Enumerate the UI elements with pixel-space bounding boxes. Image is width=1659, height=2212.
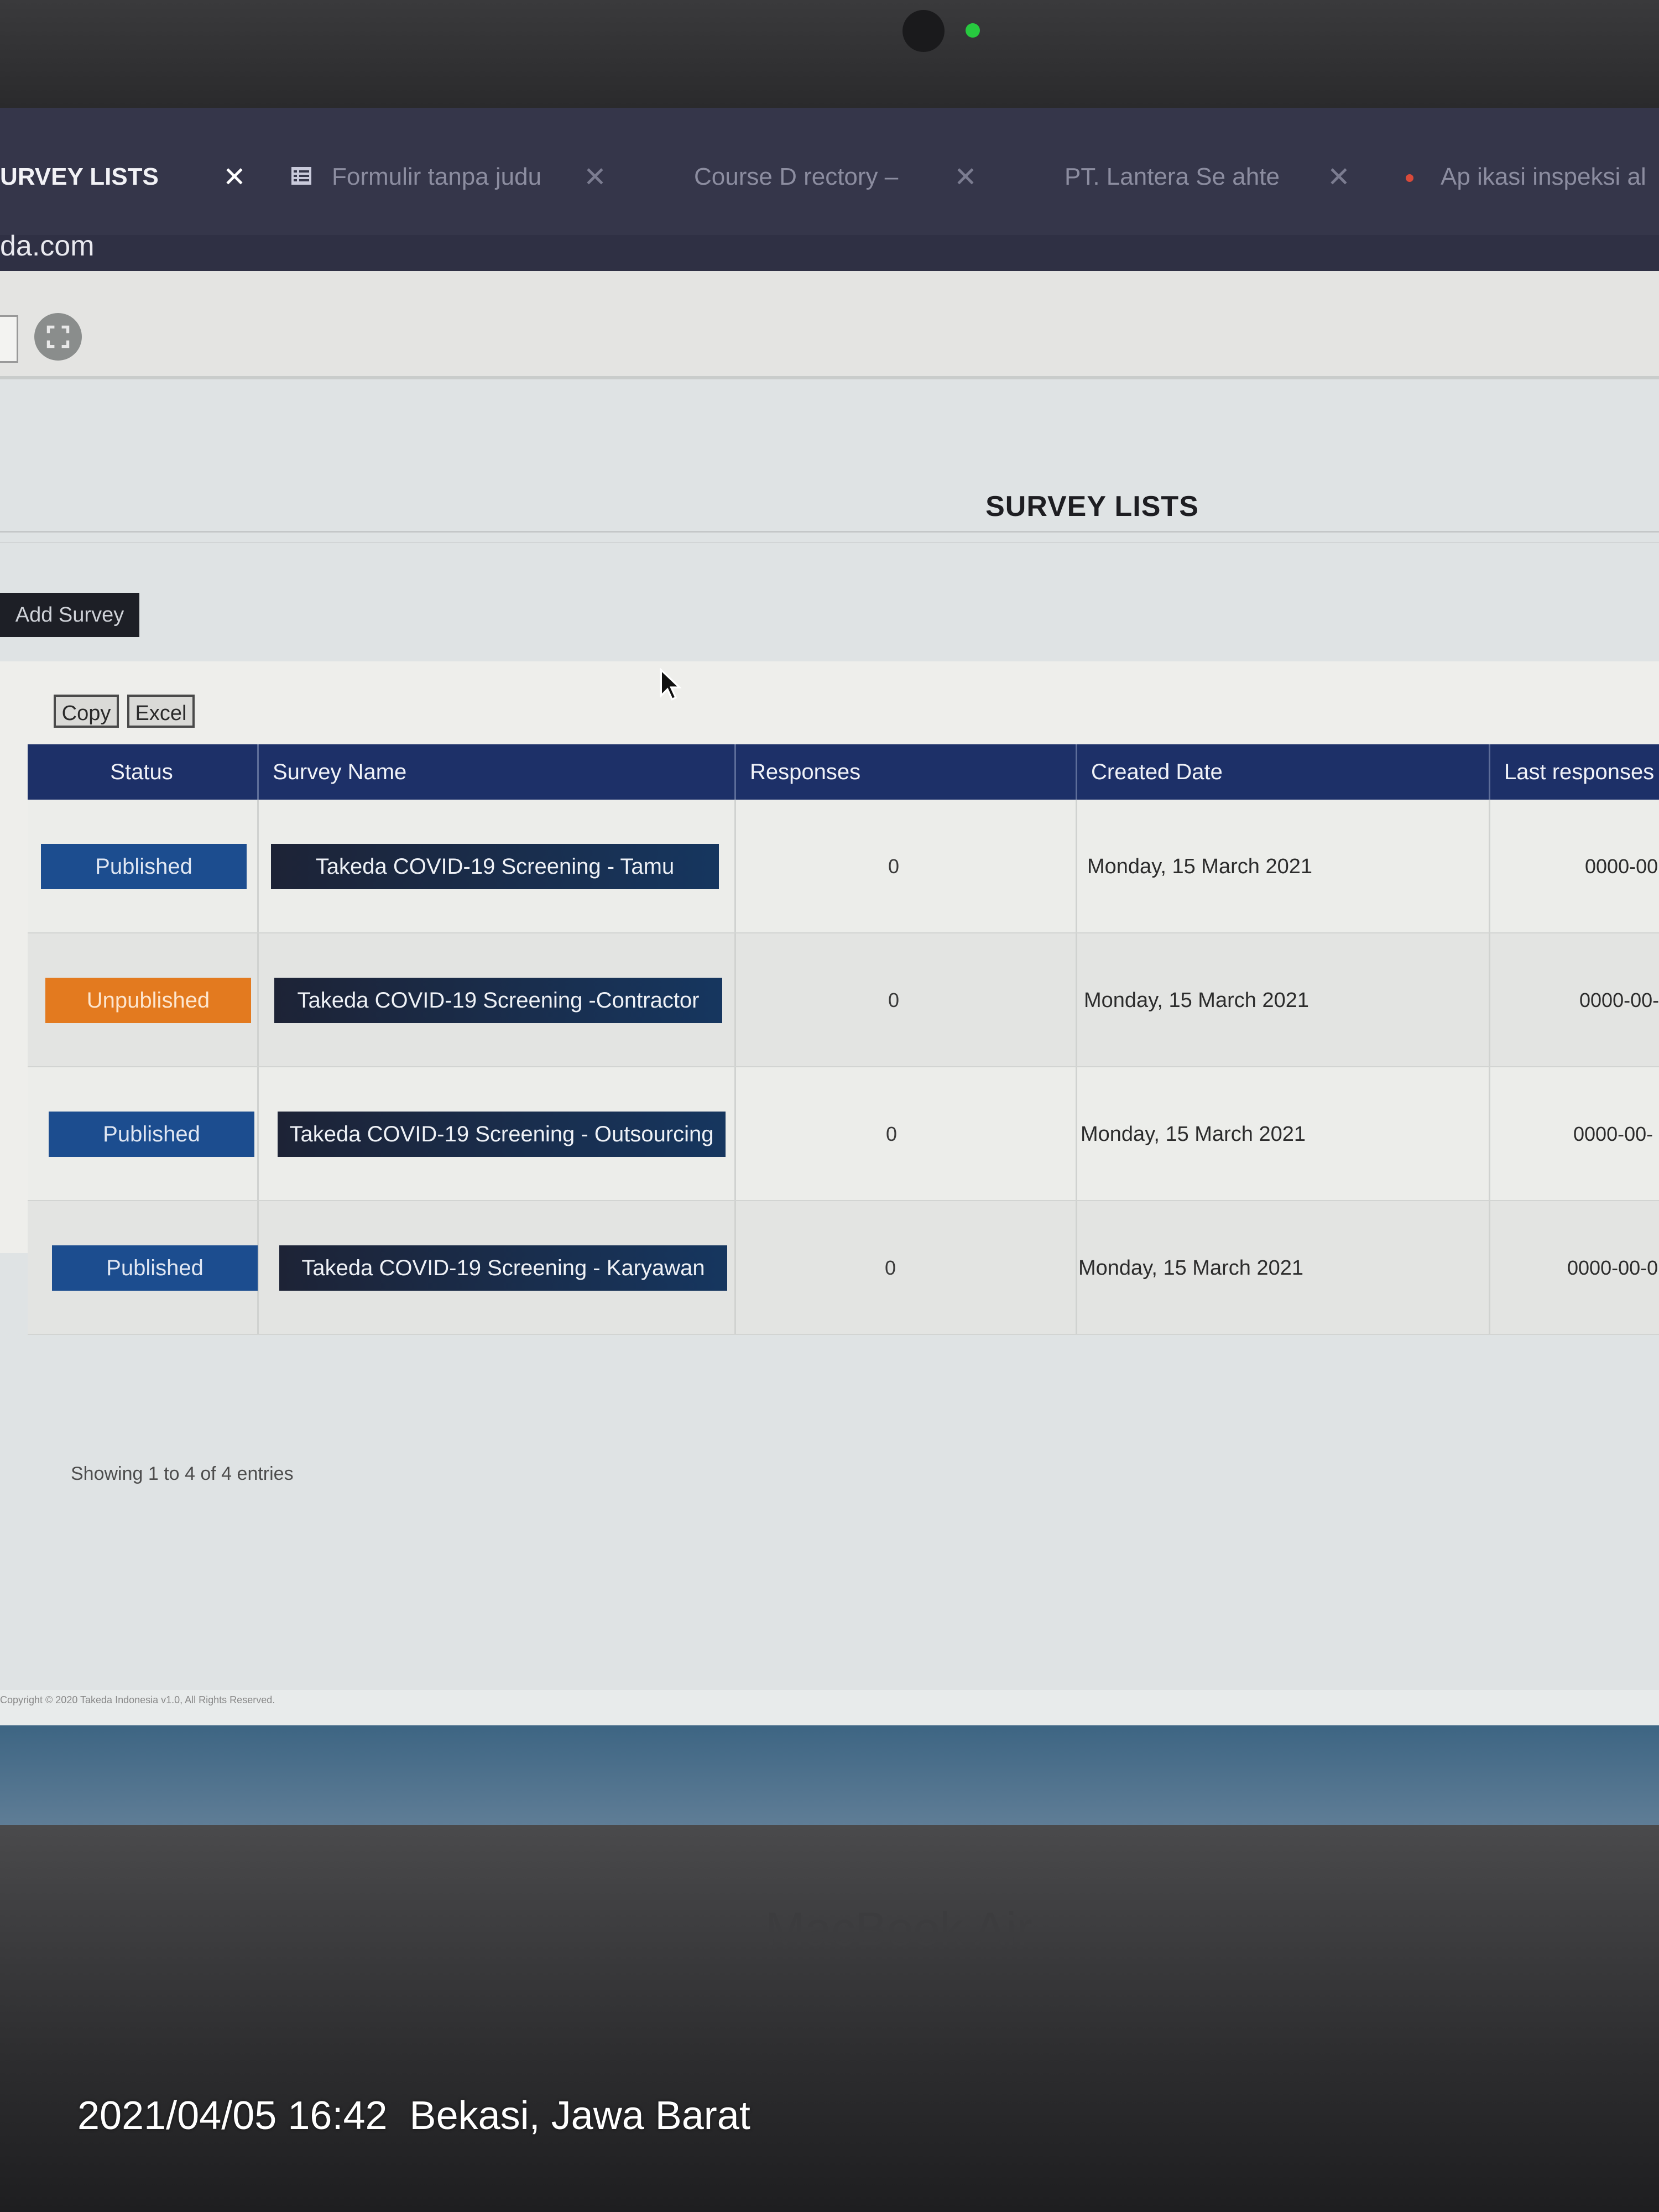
tab-aplikasi-inspeksi[interactable]: Ap ikasi inspeksi al [1441, 160, 1659, 194]
laptop-body [0, 1825, 1659, 2212]
survey-name-button[interactable]: Takeda COVID-19 Screening - Outsourcing [278, 1112, 726, 1157]
cell-divider [1489, 1067, 1490, 1200]
tab-survey-lists[interactable]: URVEY LISTS [0, 160, 182, 194]
status-badge[interactable]: Published [52, 1245, 258, 1291]
created-date: Monday, 15 March 2021 [1087, 855, 1312, 878]
tab-title: Formulir tanpa judu [332, 163, 542, 190]
created-date: Monday, 15 March 2021 [1084, 989, 1309, 1012]
header-label: Survey Name [273, 760, 407, 784]
tab-course-directory[interactable]: Course D rectory – [694, 160, 904, 194]
cell-divider [1076, 1067, 1077, 1200]
responses-count: 0 [885, 1123, 898, 1145]
cell-divider [734, 1201, 736, 1334]
header-label: Created Date [1091, 760, 1223, 784]
cell-divider [257, 933, 259, 1066]
camera-indicator-light [966, 23, 980, 38]
cell-divider [257, 800, 259, 932]
cell-divider [734, 933, 736, 1066]
cell-divider [1489, 1201, 1490, 1334]
responses-count: 0 [884, 1256, 896, 1279]
title-area: SURVEY LISTS [0, 379, 1659, 523]
address-bar[interactable]: da.com [0, 230, 1659, 271]
main-content: SURVEY LISTS Add Survey Copy Excel Statu… [0, 379, 1659, 1690]
fullscreen-icon [46, 325, 70, 348]
camera [902, 10, 945, 52]
close-icon[interactable]: ✕ [1327, 160, 1350, 194]
tab-title: PT. Lantera Se ahte [1065, 163, 1280, 190]
page-toolbar [0, 271, 1659, 379]
table-info: Showing 1 to 4 of 4 entries [71, 1463, 294, 1484]
status-badge[interactable]: Unpublished [45, 978, 251, 1023]
tab-favicon-icon [1406, 174, 1413, 182]
cell-divider [1489, 800, 1490, 932]
tab-pt-lantera[interactable]: PT. Lantera Se ahte [1065, 160, 1283, 194]
cell-divider [1076, 933, 1077, 1066]
table-header: Status Survey Name Responses Created Dat… [28, 744, 1659, 800]
cell-divider [734, 800, 736, 932]
close-icon[interactable]: ✕ [583, 160, 607, 194]
toolbar-button[interactable] [0, 315, 18, 363]
url-text: da.com [0, 230, 95, 262]
status-badge[interactable]: Published [41, 844, 247, 889]
screen-bottom-bar [0, 1725, 1659, 1825]
column-header-last-responses[interactable]: Last responses [1489, 744, 1659, 800]
created-date: Monday, 15 March 2021 [1078, 1256, 1303, 1280]
tab-title: Course D rectory – [694, 163, 899, 190]
status-badge[interactable]: Published [49, 1112, 254, 1157]
copy-button[interactable]: Copy [54, 695, 119, 728]
cell-divider [1489, 933, 1490, 1066]
mouse-cursor-icon [660, 668, 681, 701]
tab-formulir[interactable]: Formulir tanpa judu [332, 160, 542, 194]
page-title: SURVEY LISTS [985, 491, 1199, 523]
divider [0, 531, 1659, 533]
cell-divider [257, 1067, 259, 1200]
responses-count: 0 [888, 989, 900, 1011]
close-icon[interactable]: ✕ [223, 160, 246, 194]
table-row: Published Takeda COVID-19 Screening - Ou… [28, 1067, 1659, 1201]
photo-timestamp: 2021/04/05 16:42 Bekasi, Jawa Barat [77, 2094, 750, 2138]
close-icon[interactable]: ✕ [954, 160, 977, 194]
header-label: Last responses [1504, 760, 1655, 784]
last-response: 0000-00- [1573, 1123, 1653, 1145]
web-page: SURVEY LISTS Add Survey Copy Excel Statu… [0, 271, 1659, 1825]
browser-tab-strip: URVEY LISTS ✕ Formulir tanpa judu ✕ Cour… [0, 108, 1659, 235]
excel-button[interactable]: Excel [127, 695, 195, 728]
created-date: Monday, 15 March 2021 [1081, 1123, 1306, 1146]
device-label: MacBook Air [765, 1903, 1032, 1956]
cell-divider [1076, 1201, 1077, 1334]
last-response: 0000-00-0 [1567, 1256, 1658, 1279]
fullscreen-button[interactable] [34, 313, 82, 361]
tab-title: Ap ikasi inspeksi al [1441, 163, 1646, 190]
add-survey-button[interactable]: Add Survey [0, 593, 139, 637]
column-header-status[interactable]: Status [28, 744, 255, 800]
table-row: Published Takeda COVID-19 Screening - Ta… [28, 800, 1659, 933]
survey-name-button[interactable]: Takeda COVID-19 Screening -Contractor [274, 978, 722, 1023]
column-header-responses[interactable]: Responses [734, 744, 1076, 800]
last-response: 0000-00 [1585, 855, 1658, 878]
last-response: 0000-00- [1579, 989, 1659, 1011]
header-label: Status [110, 760, 173, 784]
survey-name-button[interactable]: Takeda COVID-19 Screening - Tamu [271, 844, 719, 889]
copyright-text: Copyright © 2020 Takeda Indonesia v1.0, … [0, 1694, 275, 1705]
laptop-bezel [0, 0, 1659, 108]
responses-count: 0 [888, 855, 900, 878]
column-header-survey-name[interactable]: Survey Name [257, 744, 734, 800]
header-label: Responses [750, 760, 861, 784]
divider [0, 542, 1659, 543]
form-list-icon [291, 167, 311, 185]
cell-divider [1076, 800, 1077, 932]
cell-divider [734, 1067, 736, 1200]
table-row: Unpublished Takeda COVID-19 Screening -C… [28, 933, 1659, 1067]
column-header-created-date[interactable]: Created Date [1076, 744, 1489, 800]
survey-name-button[interactable]: Takeda COVID-19 Screening - Karyawan [279, 1245, 727, 1291]
tab-title: URVEY LISTS [0, 163, 159, 190]
table-row: Published Takeda COVID-19 Screening - Ka… [28, 1201, 1659, 1335]
